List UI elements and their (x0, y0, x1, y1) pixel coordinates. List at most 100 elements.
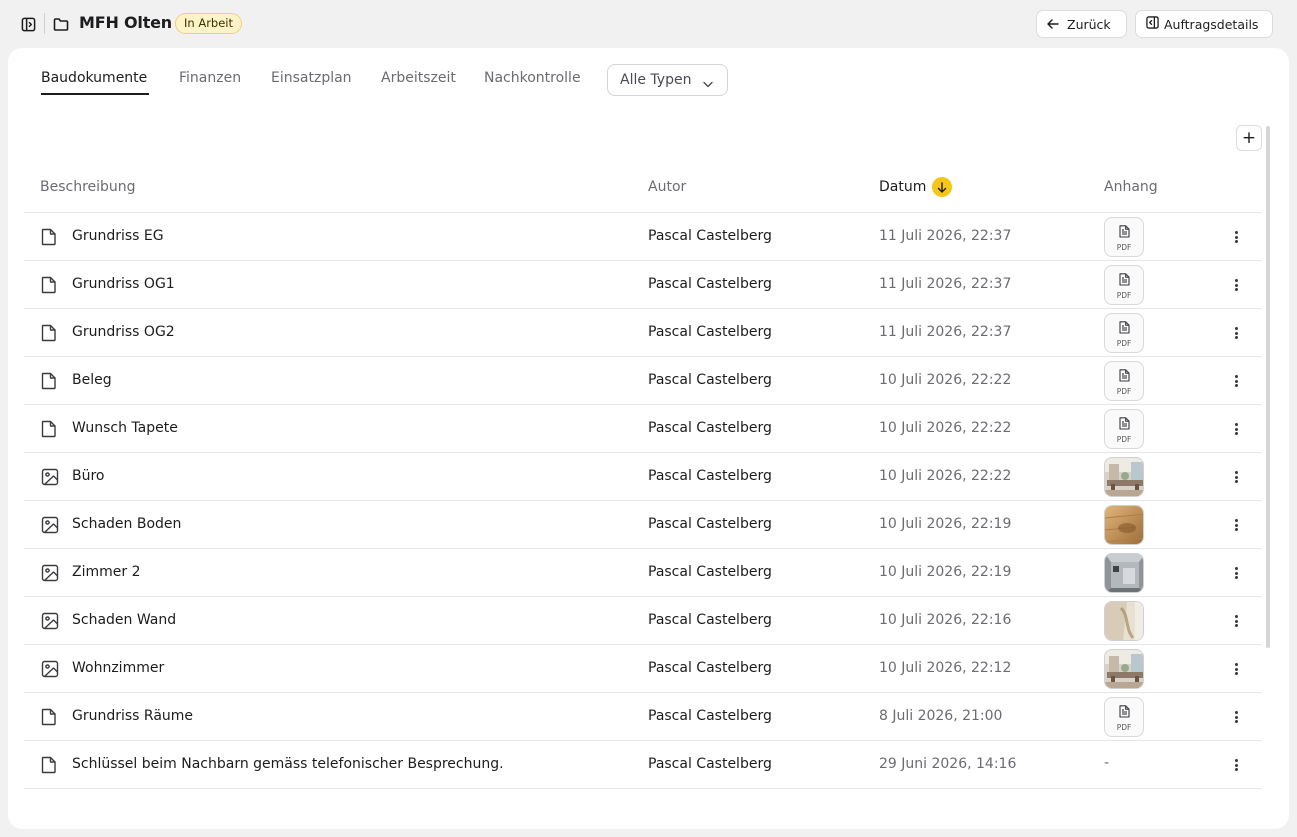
order-details-button[interactable]: Auftragsdetails (1135, 10, 1273, 38)
table-row[interactable]: Grundriss OG2 Pascal Castelberg 11 Juli 20… (24, 309, 1262, 357)
scrollbar[interactable] (1266, 126, 1270, 648)
row-author: Pascal Castelberg (648, 708, 772, 724)
table-row[interactable]: Zimmer 2 Pascal Castelberg 10 Juli 2026, 2… (24, 549, 1262, 597)
active-tab-indicator (41, 93, 149, 95)
row-description[interactable]: Grundriss OG1 (72, 276, 175, 292)
more-options-icon[interactable] (1228, 517, 1244, 533)
pdf-attachment[interactable]: PDF (1104, 361, 1144, 401)
sort-descending-icon[interactable] (932, 177, 953, 197)
tab-arbeitszeit[interactable]: Arbeitszeit (381, 70, 456, 86)
panel-icon (1146, 16, 1159, 32)
pdf-file-icon (1118, 319, 1130, 338)
more-options-icon[interactable] (1228, 613, 1244, 629)
document-icon (41, 756, 59, 774)
pdf-attachment[interactable]: PDF (1104, 409, 1144, 449)
column-header-description[interactable]: Beschreibung (40, 179, 136, 195)
row-author: Pascal Castelberg (648, 228, 772, 244)
column-header-attachment[interactable]: Anhang (1104, 179, 1158, 195)
image-icon (41, 516, 59, 534)
tab-finanzen[interactable]: Finanzen (179, 70, 241, 86)
image-thumbnail[interactable] (1104, 601, 1144, 641)
image-icon (41, 660, 59, 678)
table-row[interactable]: Grundriss Räume Pascal Castelberg 8 Juli 2… (24, 693, 1262, 741)
document-icon (41, 228, 59, 246)
pdf-label: PDF (1116, 338, 1132, 348)
pdf-label: PDF (1116, 290, 1132, 300)
more-options-icon[interactable] (1228, 325, 1244, 341)
row-description[interactable]: Beleg (72, 372, 112, 388)
table-row[interactable]: Beleg Pascal Castelberg 10 Juli 2026, 22:2… (24, 357, 1262, 405)
pdf-label: PDF (1116, 386, 1132, 396)
row-author: Pascal Castelberg (648, 324, 772, 340)
back-button[interactable]: Zurück (1036, 10, 1127, 38)
order-details-label: Auftragsdetails (1164, 16, 1259, 32)
add-document-button[interactable]: + (1236, 125, 1262, 151)
column-header-date-label: Datum (879, 179, 927, 195)
table-row[interactable]: Büro Pascal Castelberg 10 Juli 2026, 22:22 (24, 453, 1262, 501)
main-card: Baudokumente Finanzen Einsatzplan Arbeit… (8, 48, 1289, 829)
more-options-icon[interactable] (1228, 757, 1244, 773)
pdf-file-icon (1118, 703, 1130, 722)
image-thumbnail[interactable] (1104, 457, 1144, 497)
table-row[interactable]: Grundriss EG Pascal Castelberg 11 Juli 202… (24, 213, 1262, 261)
more-options-icon[interactable] (1228, 565, 1244, 581)
sidebar-toggle-icon[interactable] (20, 16, 36, 32)
image-thumbnail[interactable] (1104, 649, 1144, 689)
row-description[interactable]: Grundriss EG (72, 228, 164, 244)
table-row[interactable]: Grundriss OG1 Pascal Castelberg 11 Juli 20… (24, 261, 1262, 309)
more-options-icon[interactable] (1228, 229, 1244, 245)
column-header-author[interactable]: Autor (648, 179, 686, 195)
row-author: Pascal Castelberg (648, 612, 772, 628)
table-row[interactable]: Schlüssel beim Nachbarn gemäss telefonis… (24, 741, 1262, 789)
more-options-icon[interactable] (1228, 661, 1244, 677)
row-description[interactable]: Schlüssel beim Nachbarn gemäss telefonis… (72, 756, 504, 772)
row-description[interactable]: Schaden Wand (72, 612, 176, 628)
more-options-icon[interactable] (1228, 421, 1244, 437)
tab-nachkontrolle[interactable]: Nachkontrolle (484, 70, 581, 86)
pdf-attachment[interactable]: PDF (1104, 313, 1144, 353)
row-date: 10 Juli 2026, 22:22 (879, 468, 1012, 484)
header-divider (44, 13, 45, 34)
pdf-attachment[interactable]: PDF (1104, 265, 1144, 305)
image-thumbnail[interactable] (1104, 505, 1144, 545)
image-thumbnail[interactable] (1104, 553, 1144, 593)
pdf-attachment[interactable]: PDF (1104, 697, 1144, 737)
column-header-date[interactable]: Datum (879, 177, 953, 197)
row-date: 10 Juli 2026, 22:16 (879, 612, 1012, 628)
tab-einsatzplan[interactable]: Einsatzplan (271, 70, 352, 86)
row-author: Pascal Castelberg (648, 660, 772, 676)
row-author: Pascal Castelberg (648, 516, 772, 532)
image-icon (41, 564, 59, 582)
row-date: 11 Juli 2026, 22:37 (879, 228, 1012, 244)
row-author: Pascal Castelberg (648, 756, 772, 772)
pdf-file-icon (1118, 271, 1130, 290)
table-row[interactable]: Schaden Boden Pascal Castelberg 10 Juli 20… (24, 501, 1262, 549)
back-button-label: Zurück (1067, 16, 1111, 32)
table-row[interactable]: Wohnzimmer Pascal Castelberg 10 Juli 2026,… (24, 645, 1262, 693)
arrow-left-icon (1047, 17, 1059, 32)
row-description[interactable]: Wohnzimmer (72, 660, 164, 676)
status-badge: In Arbeit (175, 13, 243, 34)
type-filter-select[interactable]: Alle Typen (607, 64, 728, 96)
row-date: 10 Juli 2026, 22:12 (879, 660, 1012, 676)
table-row[interactable]: Wunsch Tapete Pascal Castelberg 10 Juli 20… (24, 405, 1262, 453)
more-options-icon[interactable] (1228, 469, 1244, 485)
row-author: Pascal Castelberg (648, 468, 772, 484)
pdf-label: PDF (1116, 434, 1132, 444)
pdf-file-icon (1118, 367, 1130, 386)
row-description[interactable]: Grundriss Räume (72, 708, 193, 724)
more-options-icon[interactable] (1228, 373, 1244, 389)
image-icon (41, 612, 59, 630)
folder-icon (53, 16, 69, 32)
pdf-file-icon (1118, 415, 1130, 434)
row-description[interactable]: Wunsch Tapete (72, 420, 178, 436)
row-description[interactable]: Schaden Boden (72, 516, 181, 532)
tab-baudokumente[interactable]: Baudokumente (41, 70, 147, 86)
table-row[interactable]: Schaden Wand Pascal Castelberg 10 Juli 202… (24, 597, 1262, 645)
row-description[interactable]: Grundriss OG2 (72, 324, 175, 340)
more-options-icon[interactable] (1228, 709, 1244, 725)
more-options-icon[interactable] (1228, 277, 1244, 293)
pdf-attachment[interactable]: PDF (1104, 217, 1144, 257)
row-description[interactable]: Zimmer 2 (72, 564, 140, 580)
row-description[interactable]: Büro (72, 468, 105, 484)
